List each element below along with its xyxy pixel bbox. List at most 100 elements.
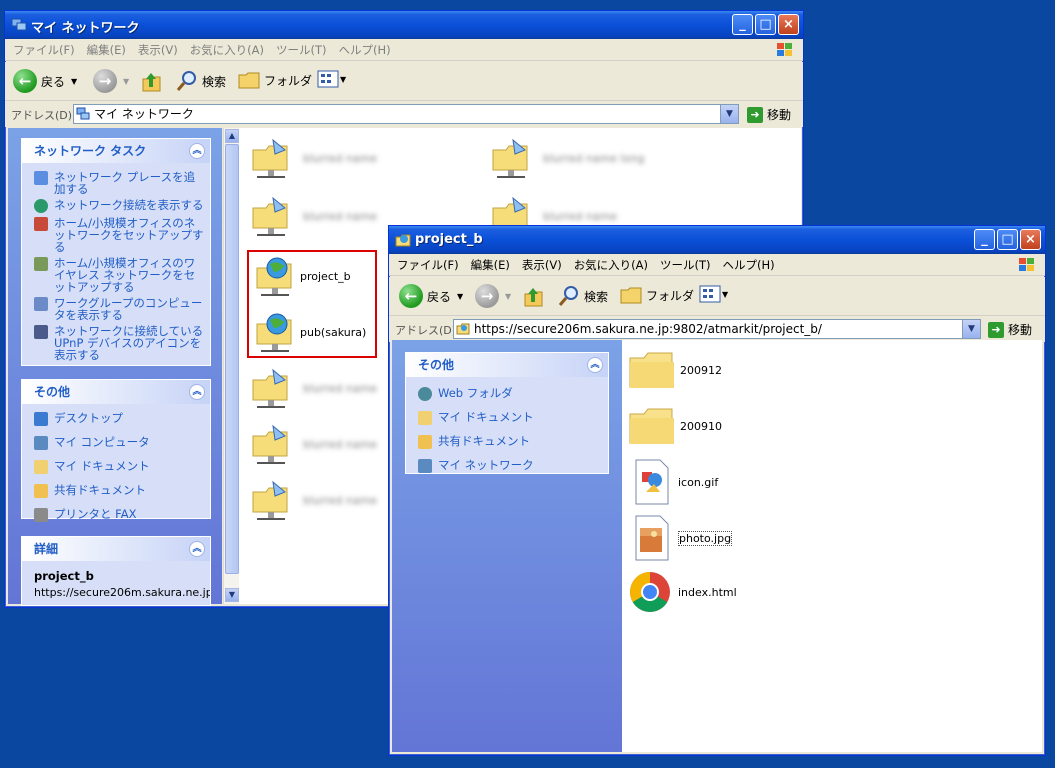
- details-panel: 詳細 ︽ project_b https://secure206m.sakura…: [21, 536, 211, 606]
- place-my-computer[interactable]: マイ コンピュータ: [22, 434, 210, 458]
- menu-view[interactable]: 表示(V): [522, 257, 562, 273]
- scroll-thumb[interactable]: [225, 144, 239, 574]
- vertical-scrollbar[interactable]: ▲ ▼: [223, 128, 240, 604]
- search-button[interactable]: 検索: [175, 69, 226, 93]
- windows-logo-icon: [777, 43, 792, 56]
- task-setup-wireless[interactable]: ホーム/小規模オフィスのワイヤレス ネットワークをセットアップする: [22, 255, 210, 295]
- place-my-documents[interactable]: マイ ドキュメント: [22, 458, 210, 482]
- menu-file[interactable]: ファイル(F): [397, 257, 459, 273]
- network-place-item[interactable]: blurred name: [249, 478, 377, 522]
- file-item-icon-gif[interactable]: icon.gif: [632, 458, 718, 506]
- collapse-chevron-icon[interactable]: ︽: [189, 143, 205, 159]
- folder-item-200912[interactable]: 200912: [628, 348, 722, 392]
- collapse-chevron-icon[interactable]: ︽: [189, 541, 205, 557]
- panel-header[interactable]: その他 ︽: [22, 380, 210, 404]
- task-view-connections[interactable]: ネットワーク接続を表示する: [22, 197, 210, 215]
- back-button[interactable]: ← 戻る ▼: [13, 69, 77, 93]
- place-printers[interactable]: プリンタと FAX: [22, 506, 210, 530]
- address-bar: アドレス(D) https://secure206m.sakura.ne.jp:…: [389, 316, 1045, 342]
- address-input[interactable]: マイ ネットワーク ▼: [73, 104, 739, 124]
- folder-contents-view: 200912 200910 icon.gif photo.jpg index.h…: [622, 340, 1042, 752]
- network-place-pub-sakura[interactable]: pub(sakura): [253, 310, 366, 354]
- network-place-item[interactable]: blurred name: [249, 136, 377, 180]
- collapse-chevron-icon[interactable]: ︽: [587, 357, 603, 373]
- folders-button[interactable]: フォルダ: [237, 69, 312, 91]
- network-folder-icon: [492, 138, 528, 178]
- address-input[interactable]: https://secure206m.sakura.ne.jp:9802/atm…: [453, 319, 981, 339]
- scroll-down-button[interactable]: ▼: [225, 588, 239, 602]
- forward-button[interactable]: → ▼: [475, 284, 511, 308]
- views-button[interactable]: ▼: [699, 284, 728, 304]
- minimize-button[interactable]: _: [732, 14, 753, 35]
- forward-button[interactable]: → ▼: [93, 69, 129, 93]
- network-place-item[interactable]: blurred name long: [489, 136, 644, 180]
- upnp-icon: [34, 325, 48, 339]
- add-place-icon: [34, 171, 48, 185]
- web-folder-globe-icon: [256, 257, 292, 296]
- close-button[interactable]: ×: [1020, 229, 1041, 250]
- menu-help[interactable]: ヘルプ(H): [723, 257, 775, 273]
- views-button[interactable]: ▼: [317, 69, 346, 89]
- my-computer-icon: [34, 436, 48, 450]
- menu-tools[interactable]: ツール(T): [660, 257, 711, 273]
- place-desktop[interactable]: デスクトップ: [22, 410, 210, 434]
- network-folder-icon: [252, 424, 288, 464]
- place-shared-documents[interactable]: 共有ドキュメント: [406, 433, 608, 457]
- title-bar[interactable]: project_b _ □ ×: [389, 226, 1045, 254]
- place-shared-documents[interactable]: 共有ドキュメント: [22, 482, 210, 506]
- task-pane: ネットワーク タスク ︽ ネットワーク プレースを追加する ネットワーク接続を表…: [8, 128, 222, 606]
- scroll-up-button[interactable]: ▲: [225, 129, 239, 143]
- panel-header[interactable]: ネットワーク タスク ︽: [22, 139, 210, 163]
- go-button[interactable]: ➜ 移動: [988, 321, 1032, 338]
- menu-favorites[interactable]: お気に入り(A): [190, 42, 264, 58]
- detail-url: https://secure206m.sakura.ne.jp: [34, 586, 210, 599]
- collapse-chevron-icon[interactable]: ︽: [189, 384, 205, 400]
- task-setup-home-network[interactable]: ホーム/小規模オフィスのネットワークをセットアップする: [22, 215, 210, 255]
- menu-help[interactable]: ヘルプ(H): [339, 42, 391, 58]
- back-button[interactable]: ← 戻る ▼: [399, 284, 463, 308]
- minimize-button[interactable]: _: [974, 229, 995, 250]
- menu-view[interactable]: 表示(V): [138, 42, 178, 58]
- menu-file[interactable]: ファイル(F): [13, 42, 75, 58]
- menu-edit[interactable]: 編集(E): [87, 42, 126, 58]
- panel-header[interactable]: 詳細 ︽: [22, 537, 210, 561]
- address-dropdown-button[interactable]: ▼: [962, 320, 980, 338]
- close-button[interactable]: ×: [778, 14, 799, 35]
- menu-edit[interactable]: 編集(E): [471, 257, 510, 273]
- web-folder-icon: [395, 234, 411, 247]
- folders-button[interactable]: フォルダ: [619, 284, 694, 306]
- network-folder-icon: [252, 368, 288, 408]
- go-button[interactable]: ➜ 移動: [747, 106, 791, 123]
- up-button[interactable]: [522, 284, 544, 308]
- place-my-network[interactable]: マイ ネットワーク: [406, 457, 608, 481]
- network-place-project-b[interactable]: project_b: [253, 254, 351, 298]
- my-documents-icon: [418, 411, 432, 425]
- task-view-workgroup[interactable]: ワークグループのコンピュータを表示する: [22, 295, 210, 323]
- place-my-documents[interactable]: マイ ドキュメント: [406, 409, 608, 433]
- folder-icon: [629, 408, 674, 444]
- maximize-button[interactable]: □: [755, 14, 776, 35]
- workgroup-icon: [34, 297, 48, 311]
- menu-favorites[interactable]: お気に入り(A): [574, 257, 648, 273]
- maximize-button[interactable]: □: [997, 229, 1018, 250]
- forward-arrow-icon: →: [475, 284, 499, 308]
- place-web-folders[interactable]: Web フォルダ: [406, 385, 608, 409]
- title-bar[interactable]: マイ ネットワーク _ □ ×: [5, 11, 803, 39]
- task-add-network-place[interactable]: ネットワーク プレースを追加する: [22, 169, 210, 197]
- file-item-index-html[interactable]: index.html: [628, 570, 737, 614]
- file-item-photo-jpg[interactable]: photo.jpg: [632, 514, 733, 562]
- network-place-item[interactable]: blurred name: [249, 366, 377, 410]
- search-button[interactable]: 検索: [557, 284, 608, 308]
- task-pane: その他 ︽ Web フォルダ マイ ドキュメント 共有ドキュメント マイ ネット…: [392, 340, 622, 752]
- network-place-item[interactable]: blurred name: [249, 422, 377, 466]
- network-place-item[interactable]: blurred name: [249, 194, 377, 238]
- folder-item-200910[interactable]: 200910: [628, 404, 722, 448]
- forward-arrow-icon: →: [93, 69, 117, 93]
- up-button[interactable]: [140, 69, 162, 93]
- network-folder-icon: [252, 480, 288, 520]
- task-show-upnp[interactable]: ネットワークに接続している UPnP デバイスのアイコンを表示する: [22, 323, 210, 363]
- my-network-icon: [418, 459, 432, 473]
- address-dropdown-button[interactable]: ▼: [720, 105, 738, 123]
- panel-header[interactable]: その他 ︽: [406, 353, 608, 377]
- menu-tools[interactable]: ツール(T): [276, 42, 327, 58]
